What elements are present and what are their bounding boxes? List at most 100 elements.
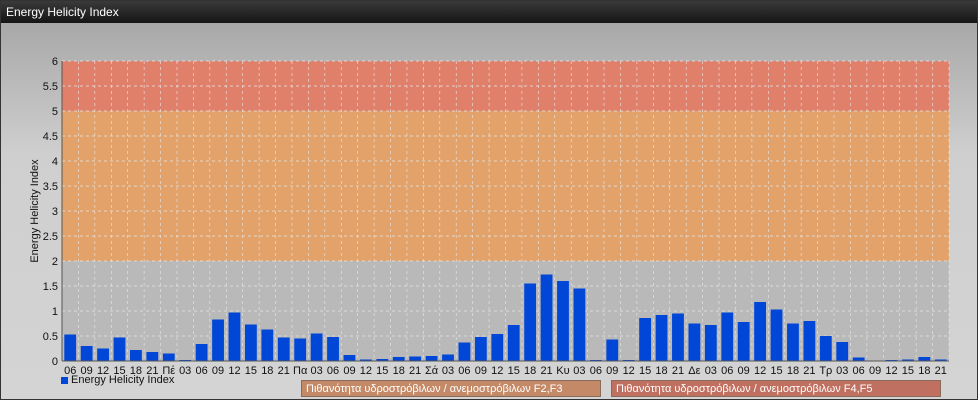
bar-21 xyxy=(409,356,422,361)
legend-swatch xyxy=(61,376,68,384)
y-tick-label: 5 xyxy=(52,106,58,118)
bar-52 xyxy=(918,357,931,361)
y-tick-label: 3.5 xyxy=(43,181,58,193)
bar-24 xyxy=(458,342,471,361)
x-tick-label: 18 xyxy=(393,365,405,377)
legend-series-label: Energy Helicity Index xyxy=(71,374,175,386)
x-tick-label: 21 xyxy=(803,365,815,377)
bar-16 xyxy=(327,337,339,361)
bar-20 xyxy=(392,357,405,361)
bar-25 xyxy=(474,337,487,361)
x-tick-label: 21 xyxy=(409,365,421,377)
bar-31 xyxy=(573,288,586,361)
bar-42 xyxy=(754,302,767,361)
x-tick-label: 21 xyxy=(540,365,552,377)
bar-29 xyxy=(540,274,553,361)
bar-10 xyxy=(228,312,241,361)
bar-27 xyxy=(507,325,520,361)
x-tick-label: Πα xyxy=(293,365,308,377)
bar-47 xyxy=(836,342,849,361)
x-tick-label: 03 xyxy=(836,365,848,377)
x-tick-label: 03 xyxy=(705,365,717,377)
bar-5 xyxy=(146,352,159,361)
y-tick-label: 0.5 xyxy=(43,331,58,343)
x-tick-label: 15 xyxy=(770,365,782,377)
bar-1 xyxy=(80,346,93,361)
x-tick-label: 06 xyxy=(195,365,207,377)
x-tick-label: 09 xyxy=(475,365,487,377)
bar-26 xyxy=(491,334,504,361)
x-tick-label: 03 xyxy=(310,365,322,377)
bar-33 xyxy=(606,339,619,361)
bar-23 xyxy=(442,354,454,361)
x-tick-label: 15 xyxy=(639,365,651,377)
band-label-f4-f5: Πιθανότητα υδροστρόβιλων / ανεμοστρόβιλω… xyxy=(611,380,941,397)
y-axis-label: Energy Helicity Index xyxy=(29,159,41,263)
bar-12 xyxy=(261,329,274,361)
y-tick-label: 4 xyxy=(52,156,58,168)
x-tick-label: Τρ xyxy=(819,365,832,377)
bar-4 xyxy=(130,350,142,361)
bar-3 xyxy=(113,337,126,361)
x-tick-label: 21 xyxy=(278,365,290,377)
y-tick-label: 5.5 xyxy=(43,81,58,93)
bar-44 xyxy=(787,323,799,361)
x-tick-label: 06 xyxy=(721,365,733,377)
bar-8 xyxy=(195,344,208,361)
bar-6 xyxy=(162,353,175,361)
x-tick-label: 12 xyxy=(360,365,372,377)
bar-46 xyxy=(819,336,832,361)
x-tick-label: 12 xyxy=(754,365,766,377)
bar-36 xyxy=(655,315,668,361)
x-tick-label: 09 xyxy=(343,365,355,377)
x-tick-label: 09 xyxy=(606,365,618,377)
x-tick-label: 15 xyxy=(508,365,520,377)
x-tick-label: 12 xyxy=(228,365,240,377)
x-tick-label: 15 xyxy=(376,365,388,377)
bar-28 xyxy=(524,283,537,361)
y-tick-label: 2 xyxy=(52,256,58,268)
x-tick-label: 06 xyxy=(590,365,602,377)
bar-17 xyxy=(343,355,356,361)
bar-30 xyxy=(557,281,569,361)
chart-window: Energy Helicity Index 0 0.5 1 1.5 2 2.5 3 3.5 4 4… xyxy=(0,0,978,400)
x-tick-label: 12 xyxy=(491,365,503,377)
x-tick-label: 12 xyxy=(885,365,897,377)
bar-40 xyxy=(721,312,734,361)
x-tick-label: 21 xyxy=(672,365,684,377)
bar-48 xyxy=(852,357,865,361)
y-tick-label: 2.5 xyxy=(43,231,58,243)
x-tick-label: Σά xyxy=(425,365,439,377)
bar-35 xyxy=(639,318,652,361)
x-tick-label: 21 xyxy=(935,365,947,377)
bar-37 xyxy=(672,313,684,361)
x-tick-label: 06 xyxy=(458,365,470,377)
x-tick-label: 15 xyxy=(245,365,257,377)
x-tick-label: 09 xyxy=(869,365,881,377)
x-tick-label: Δε xyxy=(688,365,700,377)
x-tick-label: 18 xyxy=(787,365,799,377)
energy-helicity-chart: 00.511.522.533.544.555.5606 09 12 15 18 21 Πέ 0… xyxy=(29,56,950,377)
bar-0 xyxy=(64,334,77,361)
x-tick-label: 15 xyxy=(902,365,914,377)
y-tick-label: 1.5 xyxy=(43,281,58,293)
x-tick-label: Κυ xyxy=(556,365,569,377)
bar-38 xyxy=(688,323,701,361)
bar-41 xyxy=(737,322,750,361)
x-tick-label: 18 xyxy=(524,365,536,377)
bar-43 xyxy=(770,309,783,361)
y-tick-label: 3 xyxy=(52,206,58,218)
bar-22 xyxy=(425,356,438,361)
x-tick-label: 06 xyxy=(853,365,865,377)
x-tick-label: 03 xyxy=(573,365,585,377)
bar-45 xyxy=(803,321,816,361)
bar-13 xyxy=(277,337,290,361)
bar-2 xyxy=(97,348,109,361)
x-tick-label: 06 xyxy=(327,365,339,377)
x-tick-label: 12 xyxy=(623,365,635,377)
y-tick-label: 4.5 xyxy=(43,131,58,143)
y-tick-label: 0 xyxy=(52,356,58,368)
bar-14 xyxy=(294,338,307,361)
y-tick-label: 1 xyxy=(52,306,58,318)
bar-11 xyxy=(244,324,257,361)
